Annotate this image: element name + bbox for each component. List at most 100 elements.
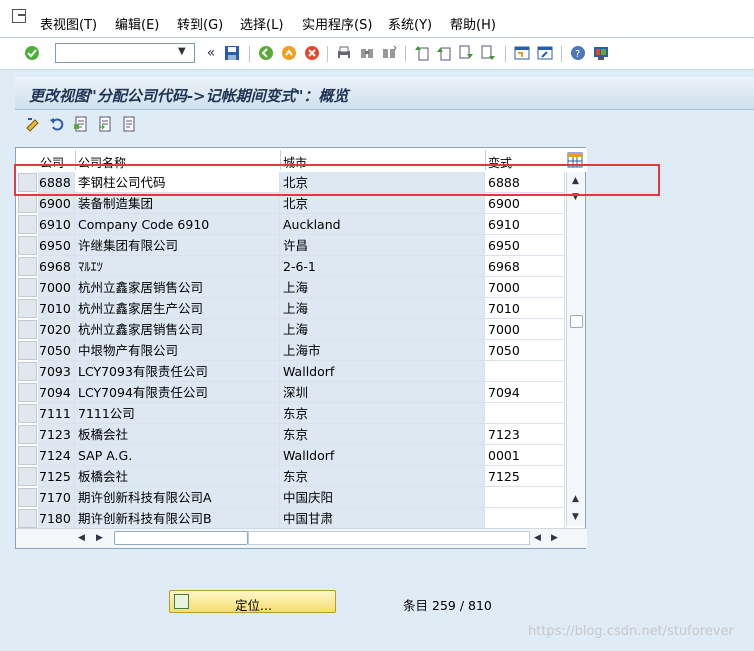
- row-selector[interactable]: [18, 446, 37, 465]
- new-entries-icon[interactable]: [73, 116, 89, 132]
- row-selector[interactable]: [18, 509, 37, 528]
- scroll-right-icon[interactable]: ▶: [551, 533, 558, 543]
- next-page-icon[interactable]: [458, 45, 474, 61]
- delete-entry-icon[interactable]: [121, 116, 137, 132]
- row-selector[interactable]: [18, 404, 37, 423]
- horizontal-scroll-track[interactable]: [248, 531, 530, 545]
- previous-page-icon[interactable]: [436, 45, 452, 61]
- first-page-icon[interactable]: [414, 45, 430, 61]
- horizontal-scroll-thumb[interactable]: [114, 531, 248, 545]
- table-row[interactable]: 6900 装备制造集团 北京 6900: [16, 193, 565, 214]
- menu-table-view[interactable]: 表视图(T): [40, 14, 97, 33]
- column-header-company-code[interactable]: 公司: [40, 154, 64, 171]
- row-selector[interactable]: [18, 299, 37, 318]
- table-row[interactable]: 7010 杭州立鑫家居生产公司 上海 7010: [16, 298, 565, 319]
- chevron-down-icon[interactable]: ▼: [178, 46, 186, 57]
- cell-variant[interactable]: 7050: [485, 340, 565, 361]
- row-selector[interactable]: [18, 341, 37, 360]
- scroll-down-icon[interactable]: ▼: [572, 192, 579, 202]
- scroll-up-icon[interactable]: ▲: [572, 176, 579, 186]
- menu-goto[interactable]: 转到(G): [177, 14, 223, 33]
- table-row[interactable]: 7111 7111公司 东京: [16, 403, 565, 424]
- table-row[interactable]: 7125 板橋会社 东京 7125: [16, 466, 565, 487]
- table-row[interactable]: 6910 Company Code 6910 Auckland 6910: [16, 214, 565, 235]
- cell-variant[interactable]: 6950: [485, 235, 565, 256]
- scroll-left-icon[interactable]: ◀: [78, 533, 85, 543]
- cancel-icon[interactable]: [304, 45, 320, 61]
- row-selector[interactable]: [18, 425, 37, 444]
- row-selector[interactable]: [18, 173, 37, 192]
- check-icon[interactable]: [24, 45, 40, 61]
- scroll-right-icon[interactable]: ▶: [96, 533, 103, 543]
- exit-icon[interactable]: [281, 45, 297, 61]
- cell-variant[interactable]: 7125: [485, 466, 565, 487]
- cell-variant[interactable]: 6900: [485, 193, 565, 214]
- last-page-icon[interactable]: [480, 45, 496, 61]
- table-row[interactable]: 7180 期许创新科技有限公司B 中国甘肃: [16, 508, 565, 529]
- chevron-left-double-icon[interactable]: «: [203, 45, 219, 61]
- print-icon[interactable]: [336, 45, 352, 61]
- table-row[interactable]: 7020 杭州立鑫家居销售公司 上海 7000: [16, 319, 565, 340]
- find-next-icon[interactable]: [381, 45, 397, 61]
- row-selector[interactable]: [18, 215, 37, 234]
- position-button[interactable]: 定位...: [169, 590, 336, 613]
- row-selector[interactable]: [18, 194, 37, 213]
- new-session-icon[interactable]: [514, 45, 530, 61]
- help-icon[interactable]: ?: [570, 45, 586, 61]
- row-selector[interactable]: [18, 362, 37, 381]
- menu-edit[interactable]: 编辑(E): [115, 14, 159, 33]
- cell-variant[interactable]: 6910: [485, 214, 565, 235]
- cell-company-name[interactable]: 李钢柱公司代码: [75, 172, 280, 193]
- cell-variant[interactable]: 7000: [485, 319, 565, 340]
- scroll-left-icon[interactable]: ◀: [534, 533, 541, 543]
- table-row[interactable]: 6968 ﾏﾙｴﾂ 2-6-1 6968: [16, 256, 565, 277]
- table-row[interactable]: 7093 LCY7093有限责任公司 Walldorf: [16, 361, 565, 382]
- menu-selection[interactable]: 选择(L): [240, 14, 283, 33]
- display-change-icon[interactable]: [25, 116, 41, 132]
- table-row[interactable]: 7094 LCY7094有限责任公司 深圳 7094: [16, 382, 565, 403]
- cell-variant[interactable]: 6888: [485, 172, 565, 193]
- row-selector[interactable]: [18, 236, 37, 255]
- row-selector[interactable]: [18, 320, 37, 339]
- menu-icon[interactable]: [12, 9, 26, 23]
- table-row[interactable]: 7050 中垠物产有限公司 上海市 7050: [16, 340, 565, 361]
- undo-icon[interactable]: [49, 116, 65, 132]
- table-row[interactable]: 6888 李钢柱公司代码 北京 6888: [16, 172, 565, 193]
- vertical-scroll-thumb[interactable]: [570, 315, 583, 328]
- vertical-scrollbar[interactable]: ▲ ▼ ▲ ▼: [566, 172, 585, 526]
- row-selector[interactable]: [18, 257, 37, 276]
- find-icon[interactable]: [359, 45, 375, 61]
- horizontal-scrollbar[interactable]: ◀ ▶ ◀ ▶: [16, 528, 587, 548]
- shortcut-icon[interactable]: [537, 45, 553, 61]
- cell-variant[interactable]: 7123: [485, 424, 565, 445]
- cell-variant[interactable]: [485, 403, 565, 424]
- cell-variant[interactable]: [485, 487, 565, 508]
- table-row[interactable]: 7124 SAP A.G. Walldorf 0001: [16, 445, 565, 466]
- column-header-city[interactable]: 城市: [283, 154, 307, 171]
- cell-variant[interactable]: [485, 361, 565, 382]
- menu-utilities[interactable]: 实用程序(S): [302, 14, 372, 33]
- column-header-variant[interactable]: 变式: [488, 154, 512, 171]
- back-icon[interactable]: [258, 45, 274, 61]
- column-header-company-name[interactable]: 公司名称: [78, 154, 126, 171]
- table-settings-icon[interactable]: [567, 152, 583, 168]
- copy-as-icon[interactable]: [97, 116, 113, 132]
- cell-variant[interactable]: 7094: [485, 382, 565, 403]
- cell-variant[interactable]: 6968: [485, 256, 565, 277]
- scroll-down-icon[interactable]: ▼: [572, 512, 579, 522]
- save-icon[interactable]: [224, 45, 240, 61]
- cell-variant[interactable]: 7000: [485, 277, 565, 298]
- command-field[interactable]: [55, 43, 195, 63]
- row-selector[interactable]: [18, 278, 37, 297]
- row-selector[interactable]: [18, 383, 37, 402]
- table-row[interactable]: 7000 杭州立鑫家居销售公司 上海 7000: [16, 277, 565, 298]
- table-row[interactable]: 7123 板橋会社 东京 7123: [16, 424, 565, 445]
- cell-variant[interactable]: [485, 508, 565, 529]
- cell-variant[interactable]: 7010: [485, 298, 565, 319]
- row-selector[interactable]: [18, 467, 37, 486]
- table-row[interactable]: 7170 期许创新科技有限公司A 中国庆阳: [16, 487, 565, 508]
- row-selector[interactable]: [18, 488, 37, 507]
- menu-help[interactable]: 帮助(H): [450, 14, 496, 33]
- layout-icon[interactable]: [593, 45, 609, 61]
- scroll-up-icon[interactable]: ▲: [572, 494, 579, 504]
